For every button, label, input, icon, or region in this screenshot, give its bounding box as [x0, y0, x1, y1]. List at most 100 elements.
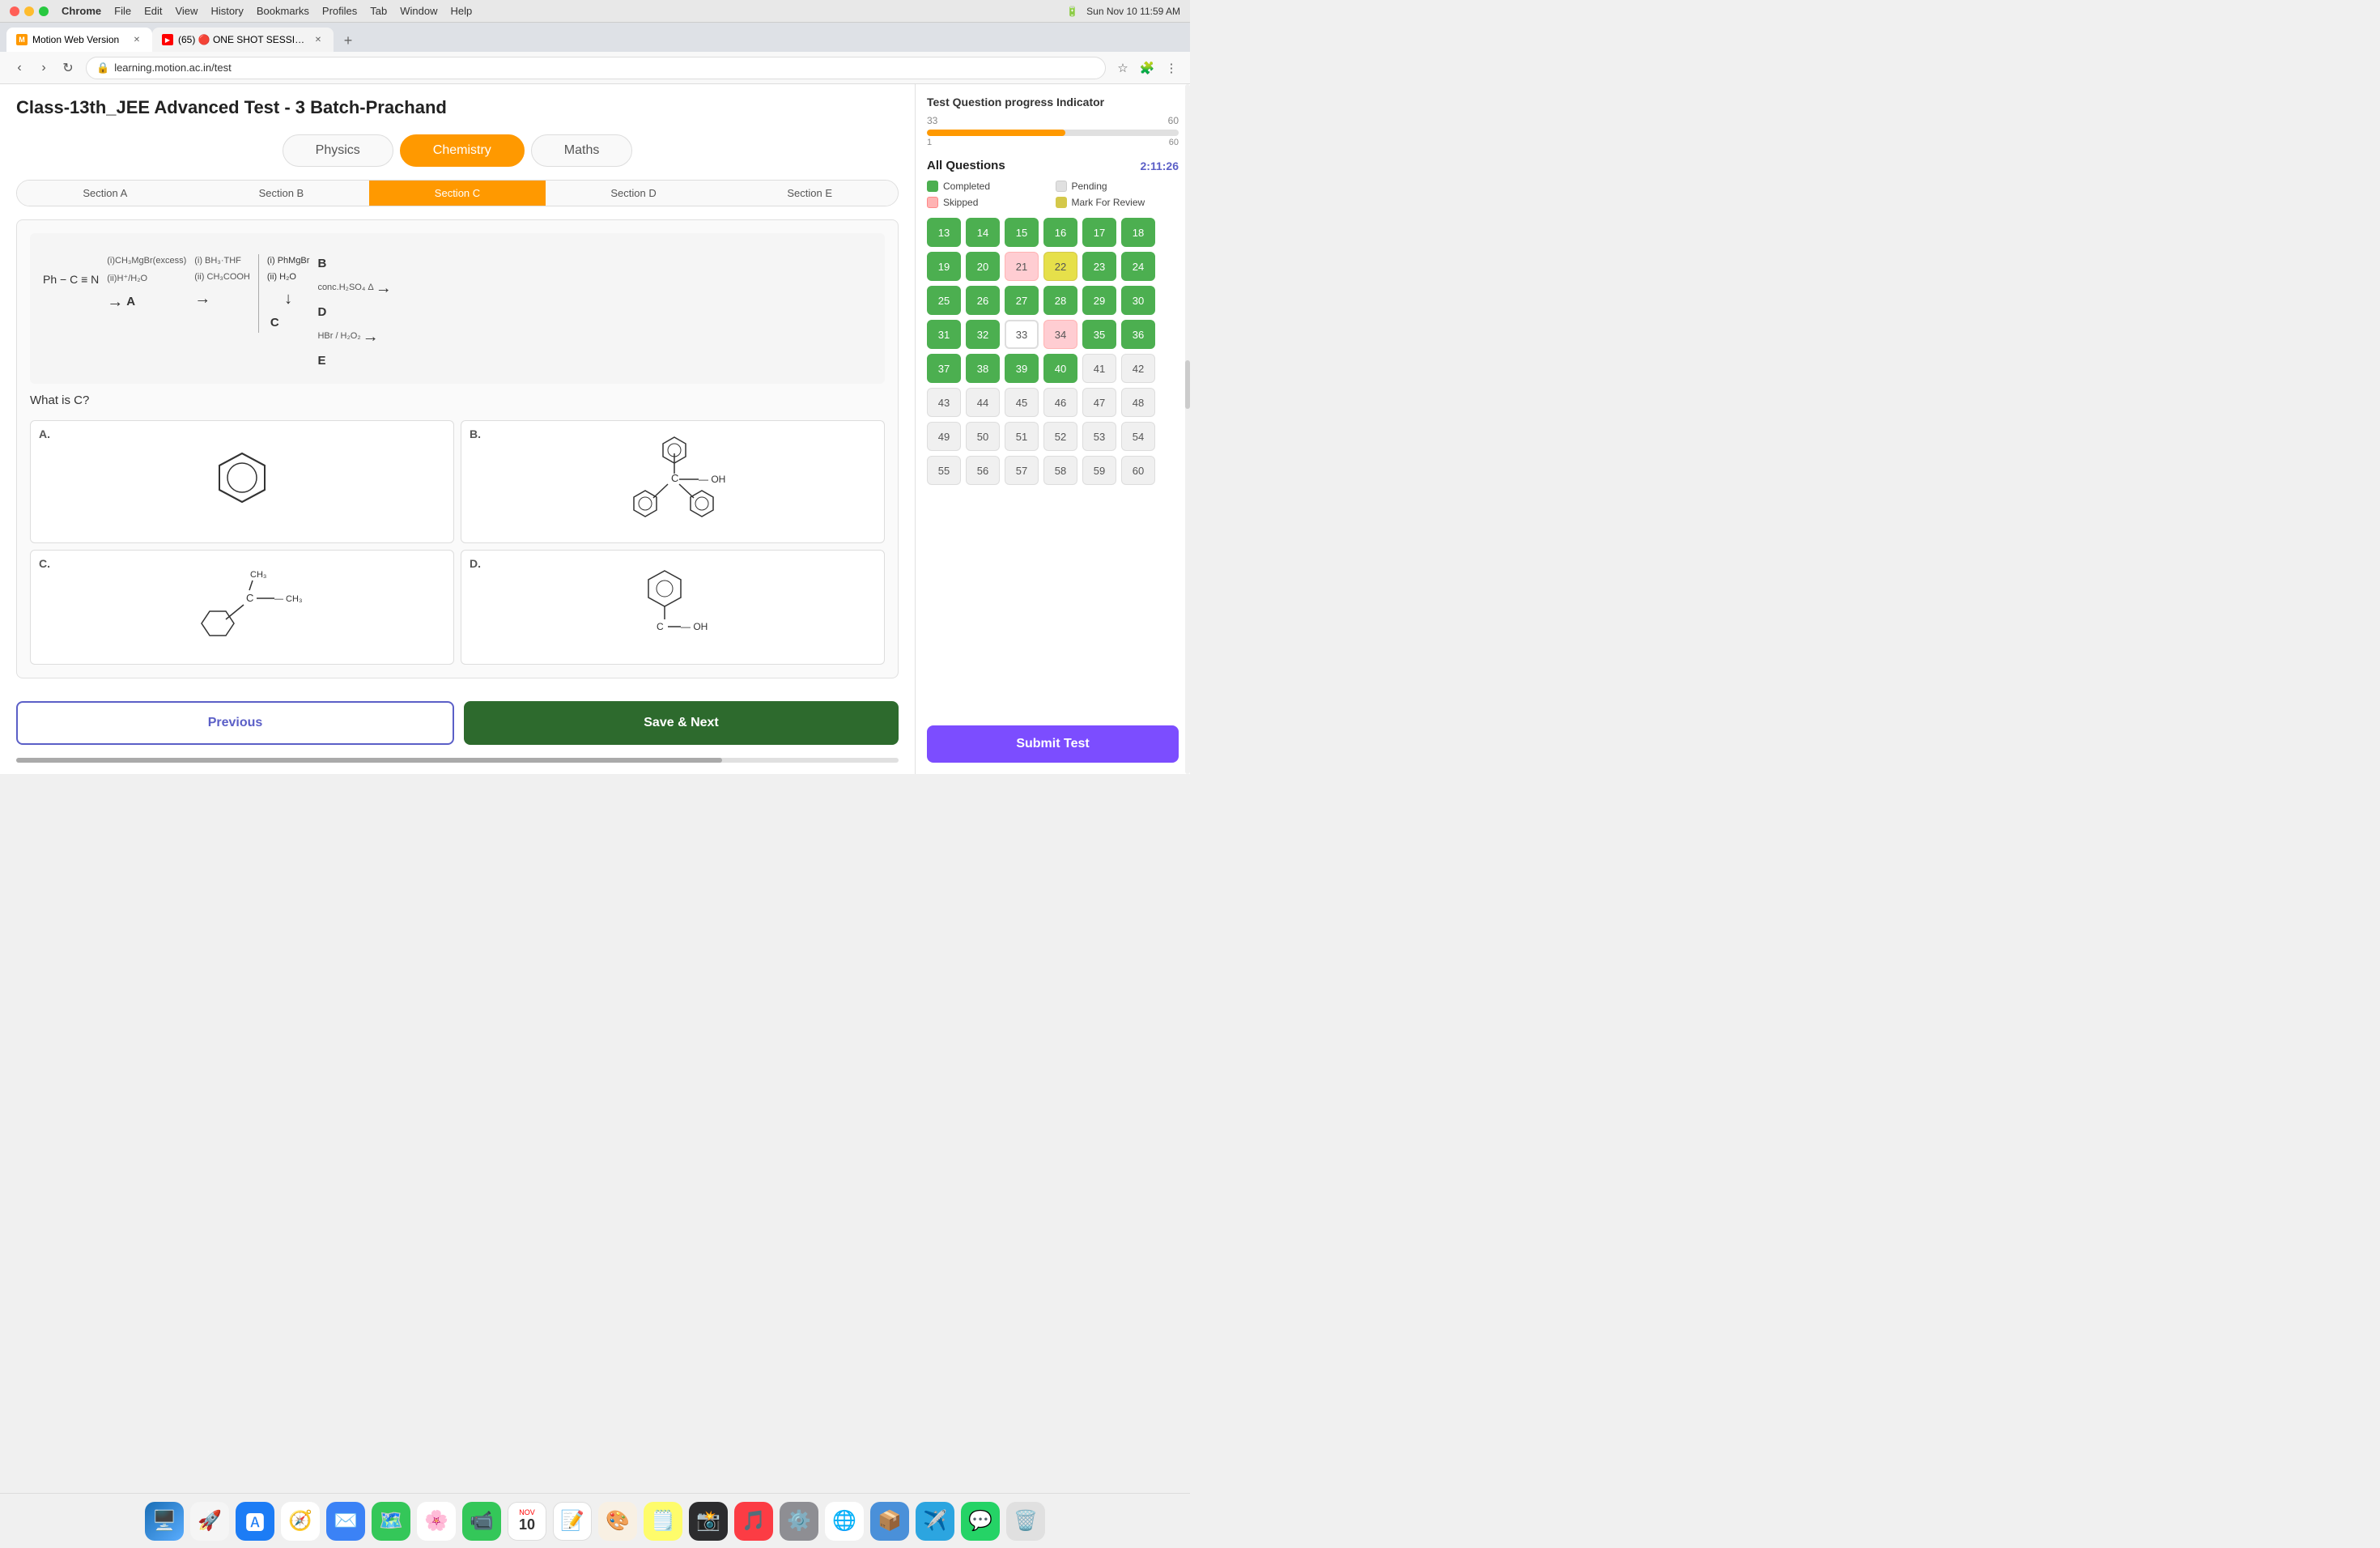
question-num-29[interactable]: 29 — [1082, 286, 1116, 315]
dock-calendar[interactable]: NOV 10 — [508, 1502, 546, 1541]
menu-window[interactable]: Window — [400, 5, 437, 17]
dock-screenshot[interactable]: 📸 — [689, 1502, 728, 1541]
tab-motion-close[interactable]: ✕ — [131, 34, 142, 45]
question-num-15[interactable]: 15 — [1005, 218, 1039, 247]
previous-button[interactable]: Previous — [16, 701, 454, 745]
question-num-30[interactable]: 30 — [1121, 286, 1155, 315]
dock-mail[interactable]: ✉️ — [326, 1502, 365, 1541]
section-tab-c[interactable]: Section C — [369, 181, 546, 206]
question-num-33[interactable]: 33 — [1005, 320, 1039, 349]
subject-tab-chemistry[interactable]: Chemistry — [400, 134, 525, 167]
dock-archiver[interactable]: 📦 — [870, 1502, 909, 1541]
question-num-39[interactable]: 39 — [1005, 354, 1039, 383]
option-a[interactable]: A. — [30, 420, 454, 543]
question-num-47[interactable]: 47 — [1082, 388, 1116, 417]
question-num-32[interactable]: 32 — [966, 320, 1000, 349]
question-num-58[interactable]: 58 — [1043, 456, 1077, 485]
dock-telegram[interactable]: ✈️ — [916, 1502, 954, 1541]
section-tab-b[interactable]: Section B — [193, 181, 370, 206]
question-num-24[interactable]: 24 — [1121, 252, 1155, 281]
question-num-20[interactable]: 20 — [966, 252, 1000, 281]
sidebar-scroll-thumb[interactable] — [1185, 360, 1190, 409]
extension-icon[interactable]: 🧩 — [1138, 59, 1156, 77]
dock-launchpad[interactable]: 🚀 — [190, 1502, 229, 1541]
section-tab-e[interactable]: Section E — [721, 181, 898, 206]
menu-profiles[interactable]: Profiles — [322, 5, 357, 17]
question-num-51[interactable]: 51 — [1005, 422, 1039, 451]
question-num-41[interactable]: 41 — [1082, 354, 1116, 383]
dock-finder[interactable]: 🖥️ — [145, 1502, 184, 1541]
menu-chrome[interactable]: Chrome — [62, 5, 101, 17]
dock-system-prefs[interactable]: ⚙️ — [780, 1502, 818, 1541]
save-next-button[interactable]: Save & Next — [464, 701, 899, 745]
maximize-button[interactable] — [39, 6, 49, 16]
question-num-27[interactable]: 27 — [1005, 286, 1039, 315]
question-num-52[interactable]: 52 — [1043, 422, 1077, 451]
dock-freeform[interactable]: 🎨 — [598, 1502, 637, 1541]
dock-chrome[interactable]: 🌐 — [825, 1502, 864, 1541]
close-button[interactable] — [10, 6, 19, 16]
question-num-16[interactable]: 16 — [1043, 218, 1077, 247]
menu-bookmarks[interactable]: Bookmarks — [257, 5, 309, 17]
question-num-59[interactable]: 59 — [1082, 456, 1116, 485]
question-num-38[interactable]: 38 — [966, 354, 1000, 383]
minimize-button[interactable] — [24, 6, 34, 16]
dock-notes[interactable]: 🗒️ — [644, 1502, 682, 1541]
menu-tab[interactable]: Tab — [370, 5, 387, 17]
dock-facetime[interactable]: 📹 — [462, 1502, 501, 1541]
dock-music[interactable]: 🎵 — [734, 1502, 773, 1541]
option-b[interactable]: B. C — OH — [461, 420, 885, 543]
new-tab-button[interactable]: + — [337, 29, 359, 52]
subject-tab-physics[interactable]: Physics — [283, 134, 393, 167]
star-icon[interactable]: ☆ — [1114, 59, 1132, 77]
question-num-55[interactable]: 55 — [927, 456, 961, 485]
tab-youtube[interactable]: ▶ (65) 🔴 ONE SHOT SESSION ✕ — [152, 28, 334, 52]
question-num-53[interactable]: 53 — [1082, 422, 1116, 451]
dock-whatsapp[interactable]: 💬 — [961, 1502, 1000, 1541]
question-num-43[interactable]: 43 — [927, 388, 961, 417]
question-num-28[interactable]: 28 — [1043, 286, 1077, 315]
scrollbar-thumb[interactable] — [16, 758, 722, 763]
menu-history[interactable]: History — [210, 5, 243, 17]
question-num-57[interactable]: 57 — [1005, 456, 1039, 485]
menu-view[interactable]: View — [175, 5, 198, 17]
question-num-23[interactable]: 23 — [1082, 252, 1116, 281]
option-c[interactable]: C. CH₃ C — CH₃ — [30, 550, 454, 665]
more-options-icon[interactable]: ⋮ — [1162, 59, 1180, 77]
option-d[interactable]: D. C — OH — [461, 550, 885, 665]
menu-help[interactable]: Help — [451, 5, 473, 17]
question-num-26[interactable]: 26 — [966, 286, 1000, 315]
question-num-45[interactable]: 45 — [1005, 388, 1039, 417]
question-num-17[interactable]: 17 — [1082, 218, 1116, 247]
horizontal-scrollbar[interactable] — [16, 758, 899, 763]
menu-edit[interactable]: Edit — [144, 5, 162, 17]
question-num-40[interactable]: 40 — [1043, 354, 1077, 383]
question-num-49[interactable]: 49 — [927, 422, 961, 451]
question-num-18[interactable]: 18 — [1121, 218, 1155, 247]
question-num-13[interactable]: 13 — [927, 218, 961, 247]
subject-tab-maths[interactable]: Maths — [531, 134, 633, 167]
question-num-25[interactable]: 25 — [927, 286, 961, 315]
submit-test-button[interactable]: Submit Test — [927, 725, 1179, 763]
question-num-35[interactable]: 35 — [1082, 320, 1116, 349]
question-num-34[interactable]: 34 — [1043, 320, 1077, 349]
question-num-44[interactable]: 44 — [966, 388, 1000, 417]
url-bar[interactable]: 🔒 learning.motion.ac.in/test — [86, 57, 1106, 79]
menu-file[interactable]: File — [114, 5, 131, 17]
sidebar-scrollbar[interactable] — [1185, 84, 1190, 774]
dock-reminders[interactable]: 📝 — [553, 1502, 592, 1541]
question-num-54[interactable]: 54 — [1121, 422, 1155, 451]
question-num-31[interactable]: 31 — [927, 320, 961, 349]
tab-youtube-close[interactable]: ✕ — [312, 34, 324, 45]
reload-button[interactable]: ↻ — [58, 58, 78, 78]
section-tab-d[interactable]: Section D — [546, 181, 722, 206]
question-num-46[interactable]: 46 — [1043, 388, 1077, 417]
back-button[interactable]: ‹ — [10, 58, 29, 78]
forward-button[interactable]: › — [34, 58, 53, 78]
question-num-60[interactable]: 60 — [1121, 456, 1155, 485]
question-num-22[interactable]: 22 — [1043, 252, 1077, 281]
question-num-36[interactable]: 36 — [1121, 320, 1155, 349]
dock-safari[interactable]: 🧭 — [281, 1502, 320, 1541]
section-tab-a[interactable]: Section A — [17, 181, 193, 206]
question-num-37[interactable]: 37 — [927, 354, 961, 383]
